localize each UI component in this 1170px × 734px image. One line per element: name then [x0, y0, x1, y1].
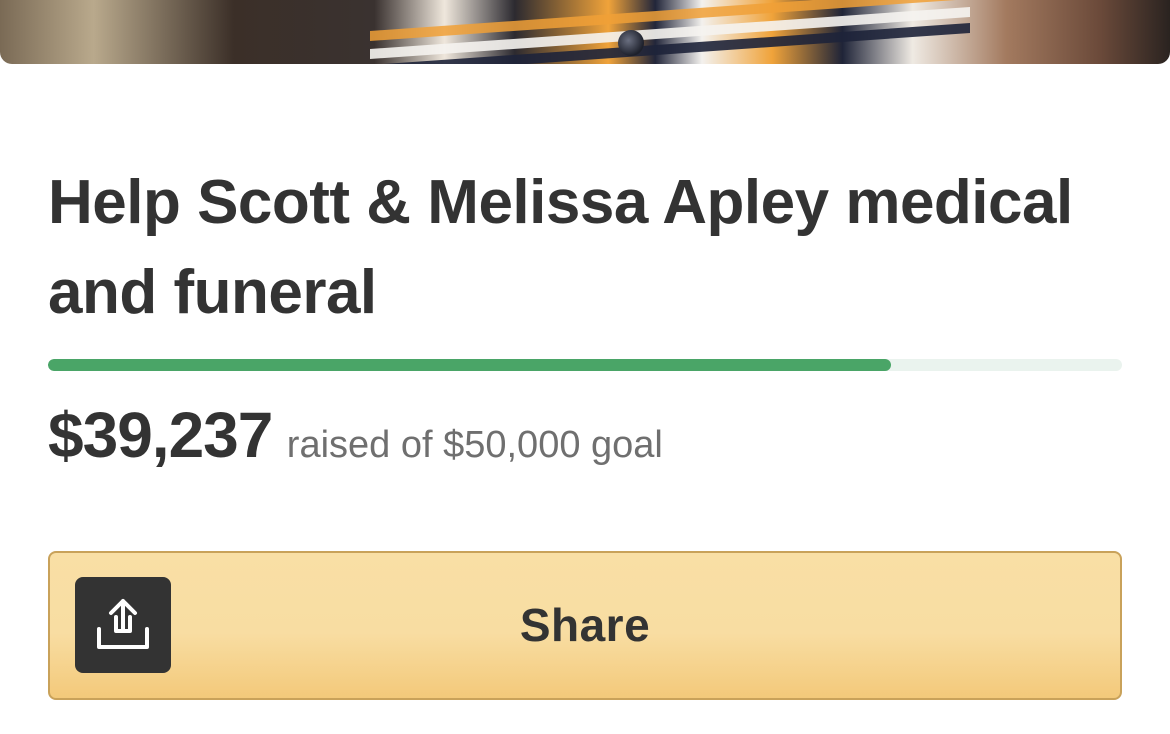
share-button-label: Share: [519, 599, 651, 651]
campaign-photo: [0, 0, 1170, 64]
funding-summary: $39,237 raised of $50,000 goal: [48, 398, 663, 472]
amount-raised: $39,237: [48, 399, 273, 471]
campaign-page: Help Scott & Melissa Apley medical and f…: [0, 0, 1170, 734]
progress-bar: [48, 359, 1122, 371]
photo-shirt-button: [618, 30, 644, 56]
progress-bar-fill: [48, 359, 892, 371]
goal-text: raised of $50,000 goal: [286, 424, 663, 466]
campaign-title: Help Scott & Melissa Apley medical and f…: [48, 168, 1073, 327]
share-button[interactable]: Share: [48, 551, 1122, 700]
